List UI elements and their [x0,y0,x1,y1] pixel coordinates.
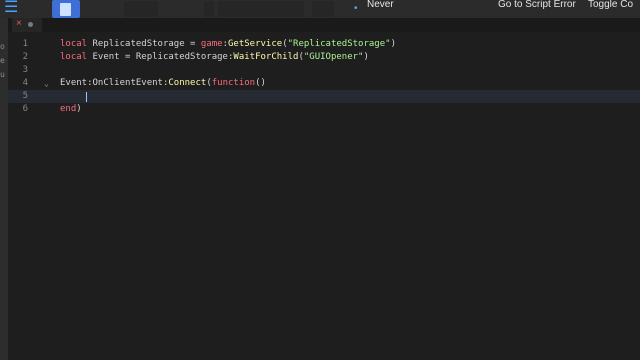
script-tab[interactable]: × [12,18,42,32]
back-icon[interactable] [204,1,214,17]
code-text: local Event = ReplicatedStorage:WaitForC… [60,51,369,64]
menu-icon[interactable]: ☰ [4,0,26,18]
never-option[interactable]: Never [367,0,427,18]
code-token: ReplicatedStorage = [87,39,201,49]
code-token: local [60,39,88,49]
go-to-script-error-button[interactable]: Go to Script Error [498,0,580,18]
studio-toolbar: ☰ • Never Go to Script Error Toggle Co [0,0,640,18]
code-line[interactable]: 5 [8,90,640,103]
fold-chevron-icon[interactable]: ⌄ [44,77,49,90]
code-token: "ReplicatedStorage" [287,39,391,49]
code-token: "GUIOpener" [303,52,364,62]
code-token: ) [363,52,369,62]
play-icon[interactable] [124,1,158,17]
toggle-button[interactable]: Toggle Co [588,0,640,18]
code-token: GetService [228,39,283,49]
code-token: game [200,39,223,49]
bullet-glyph: • [354,3,358,14]
code-token: ) [76,104,82,114]
code-token: function [211,78,256,88]
code-token: Connect [168,78,207,88]
code-line[interactable]: 3 [8,64,640,77]
line-number: 1 [22,39,28,49]
code-line[interactable]: 4 ⌄ Event:OnClientEvent:Connect(function() [8,77,640,90]
strip-char: o [0,42,5,51]
script-icon[interactable] [52,0,80,18]
code-token: local [60,52,88,62]
code-token: end [60,104,77,114]
debug-icon[interactable] [312,1,334,17]
script-tab-bar: × [8,18,640,32]
line-number: 2 [22,52,28,62]
menu-glyph: ☰ [4,0,19,16]
bullet-icon: • [354,1,362,17]
line-number: 4 [22,78,28,88]
unsaved-dot-icon [28,22,33,27]
line-number: 6 [22,104,28,114]
code-line[interactable]: 1 local ReplicatedStorage = game:GetServi… [8,38,640,51]
code-text: end) [60,103,82,116]
text-cursor [86,92,87,102]
code-token: WaitForChild [233,52,299,62]
left-panel-strip: o e u [0,18,8,360]
code-token: Event:OnClientEvent: [60,78,169,88]
code-editor[interactable]: 1 local ReplicatedStorage = game:GetServi… [8,32,640,360]
code-token: ) [390,39,396,49]
line-number: 5 [22,91,28,101]
code-line[interactable]: 6 end) [8,103,640,116]
code-text: local ReplicatedStorage = game:GetServic… [60,38,396,51]
code-token: () [255,78,266,88]
step-arrows-icon[interactable] [218,1,304,17]
strip-char: u [0,70,5,79]
line-number: 3 [22,65,28,75]
code-token: Event = ReplicatedStorage: [87,52,234,62]
close-icon[interactable]: × [16,18,22,30]
strip-char: e [0,56,5,65]
code-text: Event:OnClientEvent:Connect(function() [60,77,266,90]
code-line[interactable]: 2 local Event = ReplicatedStorage:WaitFor… [8,51,640,64]
